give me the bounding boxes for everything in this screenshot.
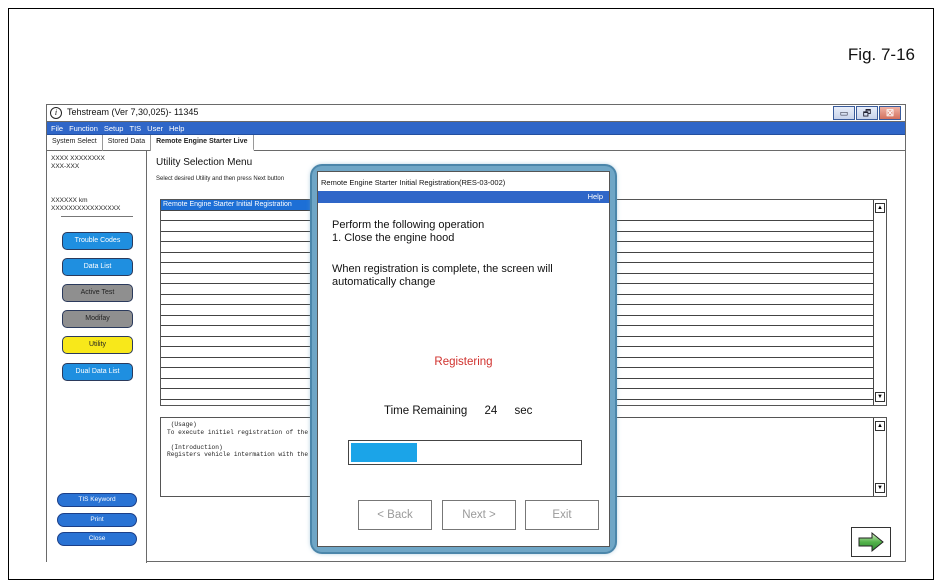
- vehicle-line-2: XXX-XXX: [51, 163, 80, 170]
- minimize-button[interactable]: ▭: [833, 106, 855, 120]
- tab-bar: System Select Stored Data Remote Engine …: [47, 135, 905, 151]
- registration-status: Registering: [434, 356, 493, 368]
- registration-progress-bar: [348, 440, 582, 465]
- menu-help[interactable]: Help: [169, 124, 184, 133]
- vehicle-line-1: XXXX XXXXXXXX: [51, 155, 105, 162]
- time-remaining-value: 24: [484, 405, 498, 417]
- next-page-button[interactable]: [851, 527, 891, 557]
- description-scrollbar[interactable]: ▲ ▼: [873, 418, 886, 496]
- scroll-up-icon[interactable]: ▲: [875, 203, 885, 213]
- page-title: Utility Selection Menu: [156, 157, 253, 168]
- title-bar: i Tehstream (Ver 7,30,025)- 11345 ▭ 🗗 ☒: [47, 105, 905, 122]
- completion-note: When registration is complete, the scree…: [332, 263, 553, 288]
- dialog-title: Remote Engine Starter Initial Registrati…: [321, 178, 506, 187]
- list-item[interactable]: Remote Engine Starter Initial Registrati…: [161, 200, 311, 211]
- close-button[interactable]: Close: [57, 532, 137, 546]
- window-title: Tehstream (Ver 7,30,025)- 11345: [67, 107, 199, 117]
- trouble-codes-button[interactable]: Trouble Codes: [62, 232, 133, 250]
- print-button[interactable]: Print: [57, 513, 137, 527]
- scroll-down-icon[interactable]: ▼: [875, 483, 885, 493]
- registration-dialog-frame: Remote Engine Starter Initial Registrati…: [312, 166, 615, 552]
- list-scrollbar[interactable]: ▲ ▼: [873, 200, 886, 405]
- tab-system-select[interactable]: System Select: [47, 135, 103, 151]
- close-window-button[interactable]: ☒: [879, 106, 901, 120]
- modify-button[interactable]: Modifay: [62, 310, 133, 328]
- sidebar-divider: [61, 216, 133, 217]
- instruction-line-2: 1. Close the engine hood: [332, 232, 455, 244]
- back-button[interactable]: < Back: [358, 500, 432, 530]
- scroll-up-icon[interactable]: ▲: [875, 421, 885, 431]
- scroll-down-icon[interactable]: ▼: [875, 392, 885, 402]
- menu-user[interactable]: User: [147, 124, 163, 133]
- time-remaining: Time Remaining 24 sec: [384, 405, 546, 417]
- odometer-line: XXXXXX km: [51, 197, 88, 204]
- window-controls: ▭ 🗗 ☒: [833, 106, 901, 120]
- figure-label: Fig. 7-16: [847, 45, 915, 64]
- tab-remote-engine-starter-live[interactable]: Remote Engine Starter Live: [151, 135, 254, 151]
- vehicle-odometer-info: XXXXXX km XXXXXXXXXXXXXXXX: [51, 197, 120, 213]
- utility-button[interactable]: Utility: [62, 336, 133, 354]
- menu-file[interactable]: File: [51, 124, 63, 133]
- time-remaining-unit: sec: [514, 405, 533, 417]
- dialog-body: Perform the following operation 1. Close…: [318, 203, 609, 503]
- dialog-menu-bar: Help: [318, 191, 609, 203]
- progress-fill: [351, 443, 417, 462]
- page-instructions: Select desired Utility and then press Ne…: [156, 176, 285, 182]
- menu-function[interactable]: Function: [69, 124, 98, 133]
- dialog-help-menu[interactable]: Help: [588, 192, 603, 201]
- registration-dialog: Remote Engine Starter Initial Registrati…: [317, 171, 610, 547]
- vehicle-code-line: XXXXXXXXXXXXXXXX: [51, 205, 121, 212]
- description-text: (Usage) To execute initiel registration …: [167, 421, 309, 459]
- sidebar: XXXX XXXXXXXX XXX-XXX XXXXXX km XXXXXXXX…: [47, 151, 147, 563]
- instruction-line-1: Perform the following operation: [332, 219, 485, 231]
- tab-stored-data[interactable]: Stored Data: [103, 135, 152, 151]
- dual-data-list-button[interactable]: Dual Data List: [62, 363, 133, 381]
- time-remaining-label: Time Remaining: [384, 405, 468, 417]
- next-button[interactable]: Next >: [442, 500, 516, 530]
- app-info-icon: i: [50, 107, 62, 119]
- restore-button[interactable]: 🗗: [856, 106, 878, 120]
- tis-keyword-button[interactable]: TIS Keyword: [57, 493, 137, 507]
- vehicle-info: XXXX XXXXXXXX XXX-XXX: [51, 155, 105, 171]
- menu-setup[interactable]: Setup: [104, 124, 124, 133]
- right-arrow-icon: [858, 531, 884, 553]
- operation-instruction: Perform the following operation 1. Close…: [332, 219, 484, 245]
- menu-tis[interactable]: TIS: [129, 124, 141, 133]
- exit-button[interactable]: Exit: [525, 500, 599, 530]
- data-list-button[interactable]: Data List: [62, 258, 133, 276]
- menu-bar: File Function Setup TIS User Help: [47, 122, 905, 135]
- active-test-button[interactable]: Active Test: [62, 284, 133, 302]
